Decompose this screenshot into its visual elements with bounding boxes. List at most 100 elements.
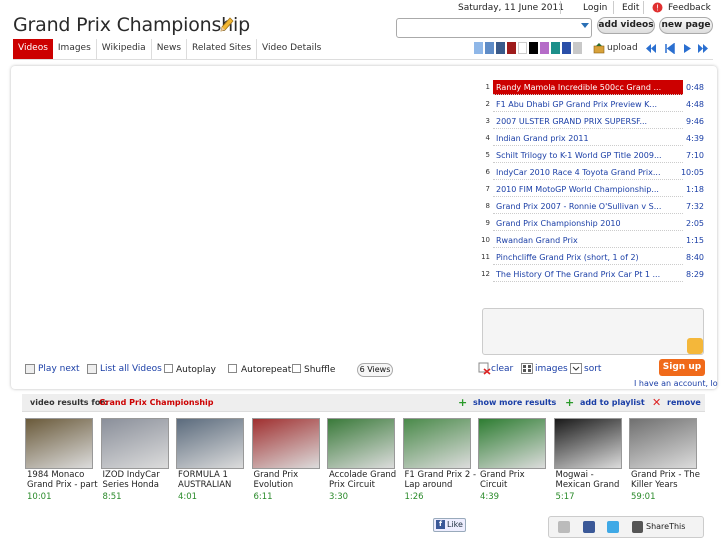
video-thumbnail[interactable]	[25, 418, 93, 469]
add-to-playlist-link[interactable]: add to playlist	[580, 398, 645, 407]
color-swatch[interactable]	[507, 42, 516, 54]
tab-images[interactable]: Images	[53, 39, 97, 59]
playlist-item[interactable]: 9 Grand Prix Championship 2010 2:05	[480, 216, 704, 232]
playlist-item-title[interactable]: 2007 ULSTER GRAND PRIX SUPERSF...	[493, 114, 683, 129]
video-title[interactable]: IZOD IndyCar Series Honda	[103, 470, 175, 490]
feedback-link[interactable]: Feedback	[668, 3, 711, 13]
playlist-item-title[interactable]: F1 Abu Dhabi GP Grand Prix Preview K...	[493, 97, 683, 112]
add-videos-button[interactable]: add videos	[597, 17, 655, 34]
facebook-share-icon[interactable]	[583, 521, 595, 533]
account-link[interactable]: I have an account, lo	[634, 379, 727, 388]
playlist-item[interactable]: 6 IndyCar 2010 Race 4 Toyota Grand Prix..…	[480, 165, 704, 181]
video-thumbnail[interactable]	[402, 418, 471, 469]
sign-up-button[interactable]: Sign up	[659, 359, 705, 376]
playlist-item[interactable]: 2 F1 Abu Dhabi GP Grand Prix Preview K...…	[480, 97, 704, 113]
video-thumbnail[interactable]	[251, 418, 320, 469]
comment-input[interactable]	[482, 308, 704, 355]
new-page-button[interactable]: new page	[659, 17, 713, 34]
video-title[interactable]: Accolade Grand Prix Circuit	[329, 470, 401, 490]
video-title[interactable]: 1984 Monaco Grand Prix - part	[27, 470, 99, 490]
sort-icon[interactable]	[570, 363, 582, 374]
sort-link[interactable]: sort	[584, 364, 601, 374]
edit-link[interactable]: Edit	[622, 3, 639, 13]
video-thumbnail[interactable]	[553, 418, 622, 469]
color-swatch[interactable]	[573, 42, 582, 54]
playlist-item-title[interactable]: Pinchcliffe Grand Prix (short, 1 of 2)	[493, 250, 683, 265]
video-thumbnail[interactable]	[327, 418, 395, 469]
results-term: Grand Prix Championship	[99, 398, 214, 407]
chevron-down-icon[interactable]	[581, 23, 589, 28]
login-link[interactable]: Login	[583, 3, 607, 13]
clear-icon[interactable]	[478, 362, 491, 375]
video-title[interactable]: Grand Prix Circuit	[480, 470, 552, 490]
video-title[interactable]: Mogwai - Mexican Grand	[556, 470, 628, 490]
color-swatch[interactable]	[496, 42, 505, 54]
tab-videos[interactable]: Videos	[13, 39, 53, 59]
video-thumbnail[interactable]	[100, 418, 169, 469]
email-icon[interactable]	[558, 521, 570, 533]
video-title[interactable]: F1 Grand Prix 2 - Lap around	[405, 470, 477, 490]
playlist-item-title[interactable]: IndyCar 2010 Race 4 Toyota Grand Prix...	[493, 165, 683, 180]
tab-related-sites[interactable]: Related Sites	[187, 39, 258, 59]
images-link[interactable]: images	[535, 364, 568, 374]
autorepeat-checkbox[interactable]	[228, 364, 237, 373]
color-swatch[interactable]	[529, 42, 538, 54]
share-this-link[interactable]: ShareThis	[646, 522, 685, 531]
video-thumbnail[interactable]	[176, 418, 244, 469]
pencil-icon[interactable]	[218, 16, 234, 34]
upload-icon[interactable]	[593, 42, 605, 54]
playlist-item-title[interactable]: Grand Prix 2007 - Ronnie O'Sullivan v S.…	[493, 199, 683, 214]
twitter-icon[interactable]	[607, 521, 619, 533]
video-title[interactable]: Grand Prix - The Killer Years	[631, 470, 703, 490]
playlist-item-title[interactable]: Grand Prix Championship 2010	[493, 216, 683, 231]
playlist-item-number: 7	[485, 185, 490, 193]
playlist-item[interactable]: 11 Pinchcliffe Grand Prix (short, 1 of 2)…	[480, 250, 704, 266]
playlist-item[interactable]: 4 Indian Grand prix 2011 4:39	[480, 131, 704, 147]
playlist-item[interactable]: 10 Rwandan Grand Prix 1:15	[480, 233, 704, 249]
play-icon[interactable]	[681, 43, 693, 54]
color-swatch[interactable]	[540, 42, 549, 54]
upload-link[interactable]: upload	[607, 43, 638, 53]
previous-icon[interactable]	[664, 43, 676, 54]
color-swatch[interactable]	[518, 42, 527, 54]
images-icon[interactable]	[521, 363, 533, 374]
divider	[643, 1, 644, 14]
show-more-results-link[interactable]: show more results	[473, 398, 556, 407]
video-title[interactable]: Grand Prix Evolution	[254, 470, 326, 490]
playlist-item-title[interactable]: 2010 FIM MotoGP World Championship...	[493, 182, 683, 197]
playlist-item[interactable]: 8 Grand Prix 2007 - Ronnie O'Sullivan v S…	[480, 199, 704, 215]
chat-icon[interactable]	[687, 338, 703, 354]
share-icon[interactable]	[632, 521, 643, 533]
color-swatch[interactable]	[551, 42, 560, 54]
clear-link[interactable]: clear	[491, 364, 513, 374]
playlist-item[interactable]: 5 Schilt Trilogy to K-1 World GP Title 20…	[480, 148, 704, 164]
tab-news[interactable]: News	[152, 39, 188, 59]
playlist-item[interactable]: 3 2007 ULSTER GRAND PRIX SUPERSF... 9:46	[480, 114, 704, 130]
first-icon[interactable]	[645, 43, 657, 54]
color-swatch[interactable]	[562, 42, 571, 54]
playlist-item-title[interactable]: The History Of The Grand Prix Car Pt 1 .…	[493, 267, 683, 282]
color-swatch[interactable]	[485, 42, 494, 54]
playlist-item-title[interactable]: Randy Mamola Incredible 500cc Grand ...	[493, 80, 683, 95]
tab-wikipedia[interactable]: Wikipedia	[97, 39, 152, 59]
remove-link[interactable]: remove	[667, 398, 701, 407]
playlist-item[interactable]: 7 2010 FIM MotoGP World Championship... 1:…	[480, 182, 704, 198]
video-thumbnail[interactable]	[478, 418, 546, 469]
color-swatch[interactable]	[474, 42, 483, 54]
playlist-item-title[interactable]: Rwandan Grand Prix	[493, 233, 683, 248]
tab-video-details[interactable]: Video Details	[257, 39, 326, 59]
video-duration: 4:01	[178, 492, 198, 502]
play-next-link[interactable]: Play next	[38, 364, 80, 374]
search-input[interactable]	[396, 18, 592, 38]
playlist-item-duration: 10:05	[680, 168, 704, 177]
playlist-item[interactable]: 12 The History Of The Grand Prix Car Pt 1…	[480, 267, 704, 283]
video-thumbnail[interactable]	[629, 418, 697, 469]
list-all-videos-link[interactable]: List all Videos	[100, 364, 162, 374]
playlist-item-title[interactable]: Indian Grand prix 2011	[493, 131, 683, 146]
video-title[interactable]: FORMULA 1 AUSTRALIAN	[178, 470, 250, 490]
autoplay-checkbox[interactable]	[164, 364, 173, 373]
next-icon[interactable]	[697, 43, 709, 54]
playlist-item[interactable]: 1 Randy Mamola Incredible 500cc Grand ...…	[480, 80, 704, 96]
shuffle-checkbox[interactable]	[292, 364, 301, 373]
playlist-item-title[interactable]: Schilt Trilogy to K-1 World GP Title 200…	[493, 148, 683, 163]
